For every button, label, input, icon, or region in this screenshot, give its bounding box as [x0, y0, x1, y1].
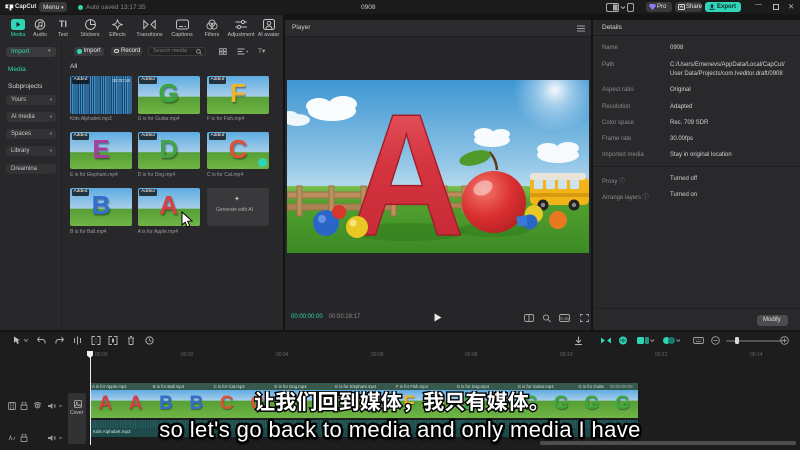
svg-text:9:16: 9:16 [560, 315, 569, 320]
